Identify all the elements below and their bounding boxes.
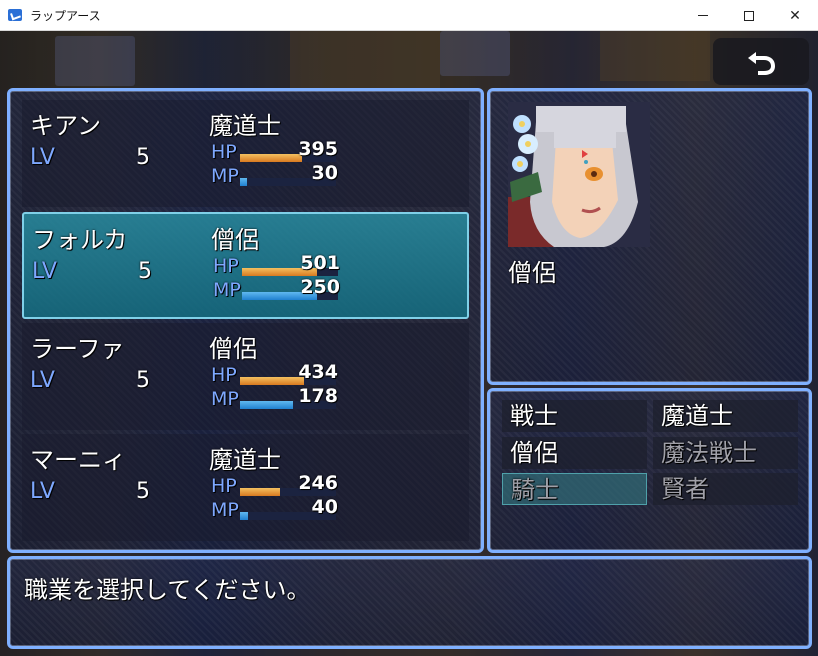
class-option-knight[interactable]: 騎士 [502, 473, 647, 505]
mp-gauge-fill [240, 178, 247, 186]
member-class: 魔道士 [209, 446, 281, 474]
hp-label: HP [211, 475, 237, 497]
level-label: LV [30, 479, 55, 504]
party-member-row[interactable]: キアン 魔道士 LV 5 HP 395 MP 30 [22, 100, 469, 207]
minimize-icon [698, 15, 708, 16]
level-value: 5 [136, 479, 150, 504]
minimize-button[interactable] [680, 0, 726, 31]
background-window [440, 31, 510, 76]
party-member-row[interactable]: マーニィ 魔道士 LV 5 HP 246 MP 40 [22, 434, 469, 541]
mp-label: MP [211, 499, 239, 521]
member-name: マーニィ [30, 446, 126, 474]
maximize-button[interactable] [726, 0, 772, 31]
member-class: 僧侶 [209, 335, 257, 363]
level-value: 5 [136, 145, 150, 170]
background-window [55, 36, 135, 86]
class-option-sage[interactable]: 賢者 [653, 473, 798, 505]
hp-value: 501 [300, 252, 340, 274]
party-member-row[interactable]: ラーファ 僧侶 LV 5 HP 434 MP 178 [22, 323, 469, 430]
preview-class-name: 僧侶 [508, 259, 556, 287]
hp-value: 246 [298, 472, 338, 494]
background-shelf [600, 31, 710, 81]
class-option-magic-knight[interactable]: 魔法戦士 [653, 437, 798, 469]
member-name: キアン [30, 112, 102, 140]
mp-value: 250 [300, 276, 340, 298]
help-message: 職業を選択してください。 [24, 576, 311, 604]
member-class: 僧侶 [211, 226, 259, 254]
level-label: LV [30, 368, 55, 393]
member-class: 魔道士 [209, 112, 281, 140]
mp-value: 30 [311, 162, 338, 184]
background-shelf [290, 31, 440, 91]
hp-gauge-fill [240, 488, 281, 496]
window-title: ラップアース [30, 8, 101, 23]
mp-label: MP [211, 388, 239, 410]
level-value: 5 [138, 259, 152, 284]
member-name: フォルカ [32, 226, 128, 254]
close-button[interactable]: ✕ [772, 0, 818, 31]
mp-label: MP [213, 279, 241, 301]
mp-value: 178 [298, 385, 338, 407]
class-option-mage[interactable]: 魔道士 [653, 400, 798, 432]
mp-label: MP [211, 165, 239, 187]
class-option-warrior[interactable]: 戦士 [502, 400, 647, 432]
hp-value: 434 [298, 361, 338, 383]
party-member-row-selected[interactable]: フォルカ 僧侶 LV 5 HP 501 MP 250 [22, 212, 469, 319]
mp-value: 40 [311, 496, 338, 518]
title-bar: ラップアース ✕ [0, 0, 818, 31]
hp-label: HP [213, 255, 239, 277]
level-label: LV [30, 145, 55, 170]
character-portrait [508, 102, 650, 247]
close-icon: ✕ [789, 7, 801, 24]
level-label: LV [32, 259, 57, 284]
undo-arrow-icon [748, 51, 775, 75]
hp-label: HP [211, 141, 237, 163]
hp-value: 395 [298, 138, 338, 160]
level-value: 5 [136, 368, 150, 393]
class-option-priest[interactable]: 僧侶 [502, 437, 647, 469]
mp-gauge-fill [240, 512, 248, 520]
hp-label: HP [211, 364, 237, 386]
maximize-icon [744, 10, 754, 21]
window-controls: ✕ [680, 0, 818, 31]
app-icon [8, 9, 22, 21]
member-name: ラーファ [30, 335, 125, 363]
portrait-image [508, 102, 650, 247]
back-button[interactable] [713, 38, 809, 85]
